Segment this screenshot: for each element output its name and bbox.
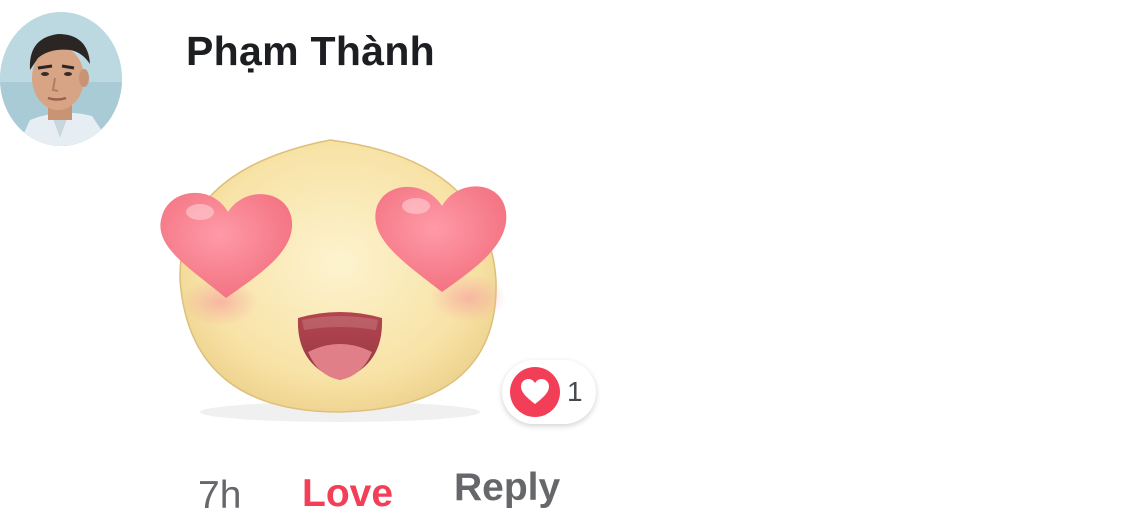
avatar[interactable]	[0, 12, 122, 146]
reaction-count: 1	[567, 376, 583, 407]
love-reaction-button[interactable]: Love	[302, 472, 393, 516]
heart-icon	[510, 367, 560, 417]
reply-button[interactable]: Reply	[454, 466, 560, 510]
reaction-summary[interactable]: 1	[502, 360, 596, 424]
comment: Phạm Thành 1 7h Love Reply	[0, 0, 1140, 532]
comment-author-name[interactable]: Phạm Thành	[186, 28, 435, 75]
user-avatar-icon	[0, 12, 122, 146]
heart-eyes-face-sticker	[150, 130, 520, 430]
comment-timestamp: 7h	[198, 474, 242, 517]
